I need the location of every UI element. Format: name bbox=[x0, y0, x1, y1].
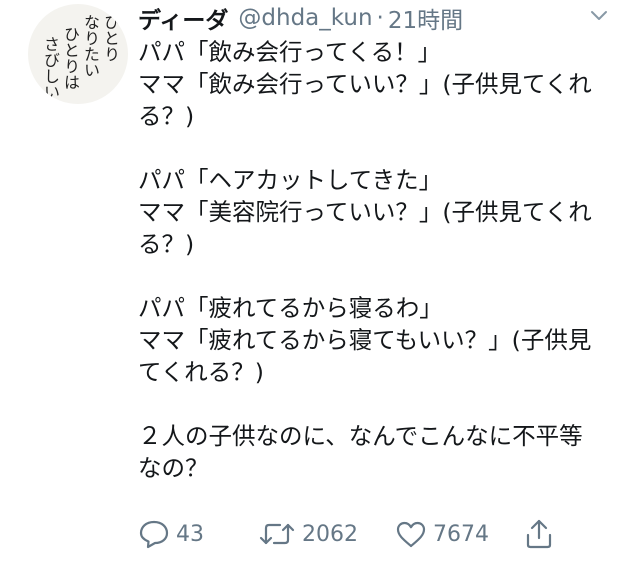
avatar-text: なりたい bbox=[81, 14, 100, 78]
reply-icon bbox=[139, 520, 169, 549]
share-button[interactable] bbox=[524, 514, 554, 554]
retweet-button[interactable]: 2062 bbox=[258, 514, 358, 554]
timestamp[interactable]: 21時間 bbox=[388, 1, 463, 35]
tweet-line: ママ「美容院行っていい？」(子供見てくれ bbox=[138, 198, 592, 226]
chevron-down-icon[interactable] bbox=[590, 10, 608, 22]
tweet-line: ママ「疲れてるから寝てもいい？」(子供見 bbox=[138, 326, 592, 354]
line-break bbox=[138, 260, 618, 292]
like-button[interactable]: 7674 bbox=[395, 514, 489, 554]
reply-button[interactable]: 43 bbox=[138, 514, 204, 554]
avatar-text: ひとりは bbox=[61, 26, 80, 90]
line-break bbox=[138, 132, 618, 164]
tweet-line: る？) bbox=[138, 230, 195, 258]
like-count: 7674 bbox=[433, 521, 489, 547]
avatar-text: ひとり bbox=[101, 14, 120, 62]
tweet-line: てくれる？) bbox=[138, 358, 264, 386]
avatar-text: さびしい bbox=[41, 36, 60, 100]
reply-count: 43 bbox=[176, 521, 204, 547]
tweet-line: パパ「飲み会行ってくる！」 bbox=[138, 38, 442, 66]
tweet-line: パパ「疲れてるから寝るわ」 bbox=[138, 294, 443, 322]
heart-icon bbox=[396, 521, 426, 548]
tweet-text: パパ「飲み会行ってくる！」ママ「飲み会行っていい？」(子供見てくれ る？) パパ「ヘ… bbox=[138, 36, 618, 484]
tweet-line: る？) bbox=[138, 102, 195, 130]
tweet-line: パパ「ヘアカットしてきた」 bbox=[138, 166, 443, 194]
user-handle[interactable]: @dhda_kun bbox=[238, 5, 372, 31]
tweet-actions: 43 2062 7674 bbox=[138, 514, 618, 554]
display-name[interactable]: ディーダ bbox=[138, 1, 228, 35]
share-icon bbox=[526, 519, 552, 549]
tweet-line: なの？ bbox=[138, 454, 209, 482]
tweet-line: ２人の子供なのに、なんでこんなに不平等 bbox=[138, 422, 583, 450]
tweet-header: ディーダ @dhda_kun · 21時間 bbox=[138, 0, 463, 36]
retweet-count: 2062 bbox=[302, 521, 358, 547]
separator-dot: · bbox=[376, 5, 384, 31]
avatar[interactable]: ひとり なりたい ひとりは さびしい bbox=[28, 4, 128, 104]
retweet-icon bbox=[259, 523, 295, 545]
tweet-line: ママ「飲み会行っていい？」(子供見てくれ bbox=[138, 70, 592, 98]
line-break bbox=[138, 388, 618, 420]
